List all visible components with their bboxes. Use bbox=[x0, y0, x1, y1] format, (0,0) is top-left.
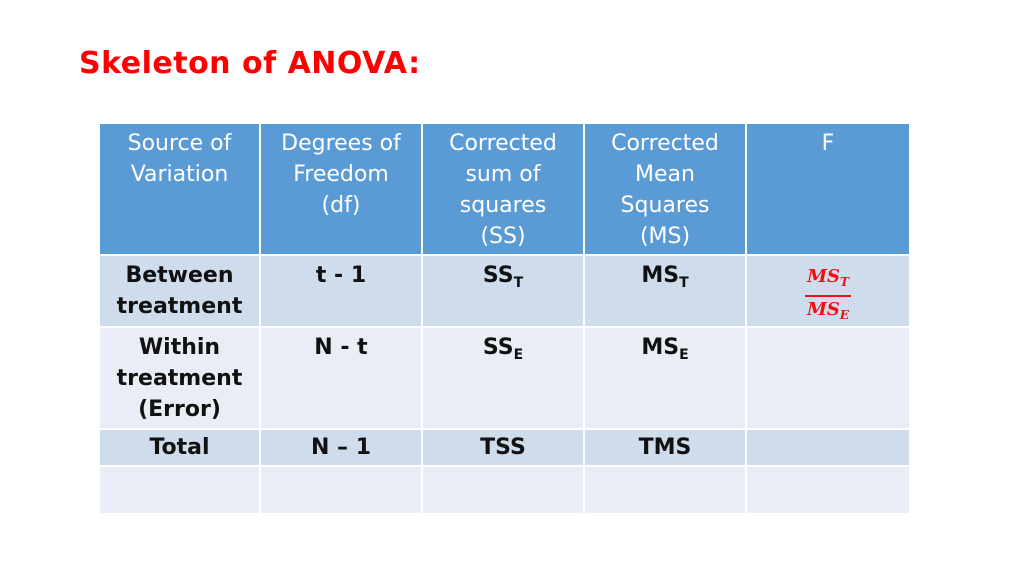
header-mean-squares: Corrected Mean Squares (MS) bbox=[583, 122, 747, 256]
cell-ms: MST bbox=[583, 254, 747, 328]
cell-df: N - t bbox=[259, 326, 423, 430]
cell-ss: TSS bbox=[421, 428, 585, 467]
ms-base: MS bbox=[641, 263, 680, 288]
cell-ms: MSE bbox=[583, 326, 747, 430]
cell-ms bbox=[583, 465, 747, 515]
source-line: Total bbox=[149, 435, 210, 460]
ms-base: TMS bbox=[638, 435, 692, 460]
header-line: (MS) bbox=[639, 224, 691, 249]
cell-df: N – 1 bbox=[259, 428, 423, 467]
cell-ss: SSE bbox=[421, 326, 585, 430]
header-line: Variation bbox=[130, 162, 229, 187]
source-line: treatment bbox=[116, 366, 243, 391]
cell-df: t - 1 bbox=[259, 254, 423, 328]
header-line: Freedom bbox=[293, 162, 389, 187]
source-line: (Error) bbox=[138, 397, 221, 422]
ms-subscript: E bbox=[679, 347, 689, 363]
ss-subscript: T bbox=[513, 275, 524, 291]
header-line: Degrees of bbox=[281, 131, 401, 156]
header-f: F bbox=[745, 122, 911, 256]
cell-source: Within treatment (Error) bbox=[98, 326, 261, 430]
table-row-between-treatment: Between treatment t - 1 SST MST MST MSE bbox=[98, 254, 911, 328]
header-line: Source of bbox=[127, 131, 232, 156]
header-line: squares bbox=[459, 193, 547, 218]
header-line: (SS) bbox=[480, 224, 526, 249]
num-subscript: T bbox=[840, 275, 849, 289]
source-line: treatment bbox=[116, 294, 243, 319]
f-numerator: MST bbox=[805, 266, 851, 297]
table-row-empty bbox=[98, 465, 911, 515]
cell-f: MST MSE bbox=[745, 254, 911, 328]
ss-base: TSS bbox=[480, 435, 526, 460]
cell-df bbox=[259, 465, 423, 515]
header-line: F bbox=[821, 131, 835, 156]
header-source-of-variation: Source of Variation bbox=[98, 122, 261, 256]
header-degrees-of-freedom: Degrees of Freedom (df) bbox=[259, 122, 423, 256]
anova-table: Source of Variation Degrees of Freedom (… bbox=[98, 122, 911, 515]
cell-source bbox=[98, 465, 261, 515]
header-line: Corrected bbox=[611, 131, 719, 156]
ss-base: SS bbox=[482, 335, 514, 360]
f-ratio-formula: MST MSE bbox=[805, 266, 851, 326]
den-subscript: E bbox=[839, 308, 850, 322]
table-row-within-treatment: Within treatment (Error) N - t SSE MSE bbox=[98, 326, 911, 430]
ms-subscript: T bbox=[679, 275, 689, 291]
source-line: Within bbox=[138, 335, 221, 360]
ss-subscript: E bbox=[513, 347, 524, 363]
header-line: sum of bbox=[465, 162, 541, 187]
f-denominator: MSE bbox=[807, 297, 849, 326]
cell-ms: TMS bbox=[583, 428, 747, 467]
source-line: Between bbox=[125, 263, 234, 288]
header-sum-of-squares: Corrected sum of squares (SS) bbox=[421, 122, 585, 256]
cell-source: Total bbox=[98, 428, 261, 467]
header-line: Squares bbox=[620, 193, 710, 218]
header-line: (df) bbox=[321, 193, 361, 218]
cell-f bbox=[745, 465, 911, 515]
ms-base: MS bbox=[641, 335, 680, 360]
slide-title: Skeleton of ANOVA: bbox=[79, 46, 421, 81]
cell-f bbox=[745, 326, 911, 430]
cell-ss: SST bbox=[421, 254, 585, 328]
ss-base: SS bbox=[482, 263, 514, 288]
cell-f bbox=[745, 428, 911, 467]
header-line: Mean bbox=[635, 162, 695, 187]
cell-source: Between treatment bbox=[98, 254, 261, 328]
header-row: Source of Variation Degrees of Freedom (… bbox=[98, 122, 911, 256]
num-base: MS bbox=[807, 266, 840, 287]
table-row-total: Total N – 1 TSS TMS bbox=[98, 428, 911, 467]
den-base: MS bbox=[806, 299, 840, 320]
header-line: Corrected bbox=[449, 131, 557, 156]
cell-ss bbox=[421, 465, 585, 515]
